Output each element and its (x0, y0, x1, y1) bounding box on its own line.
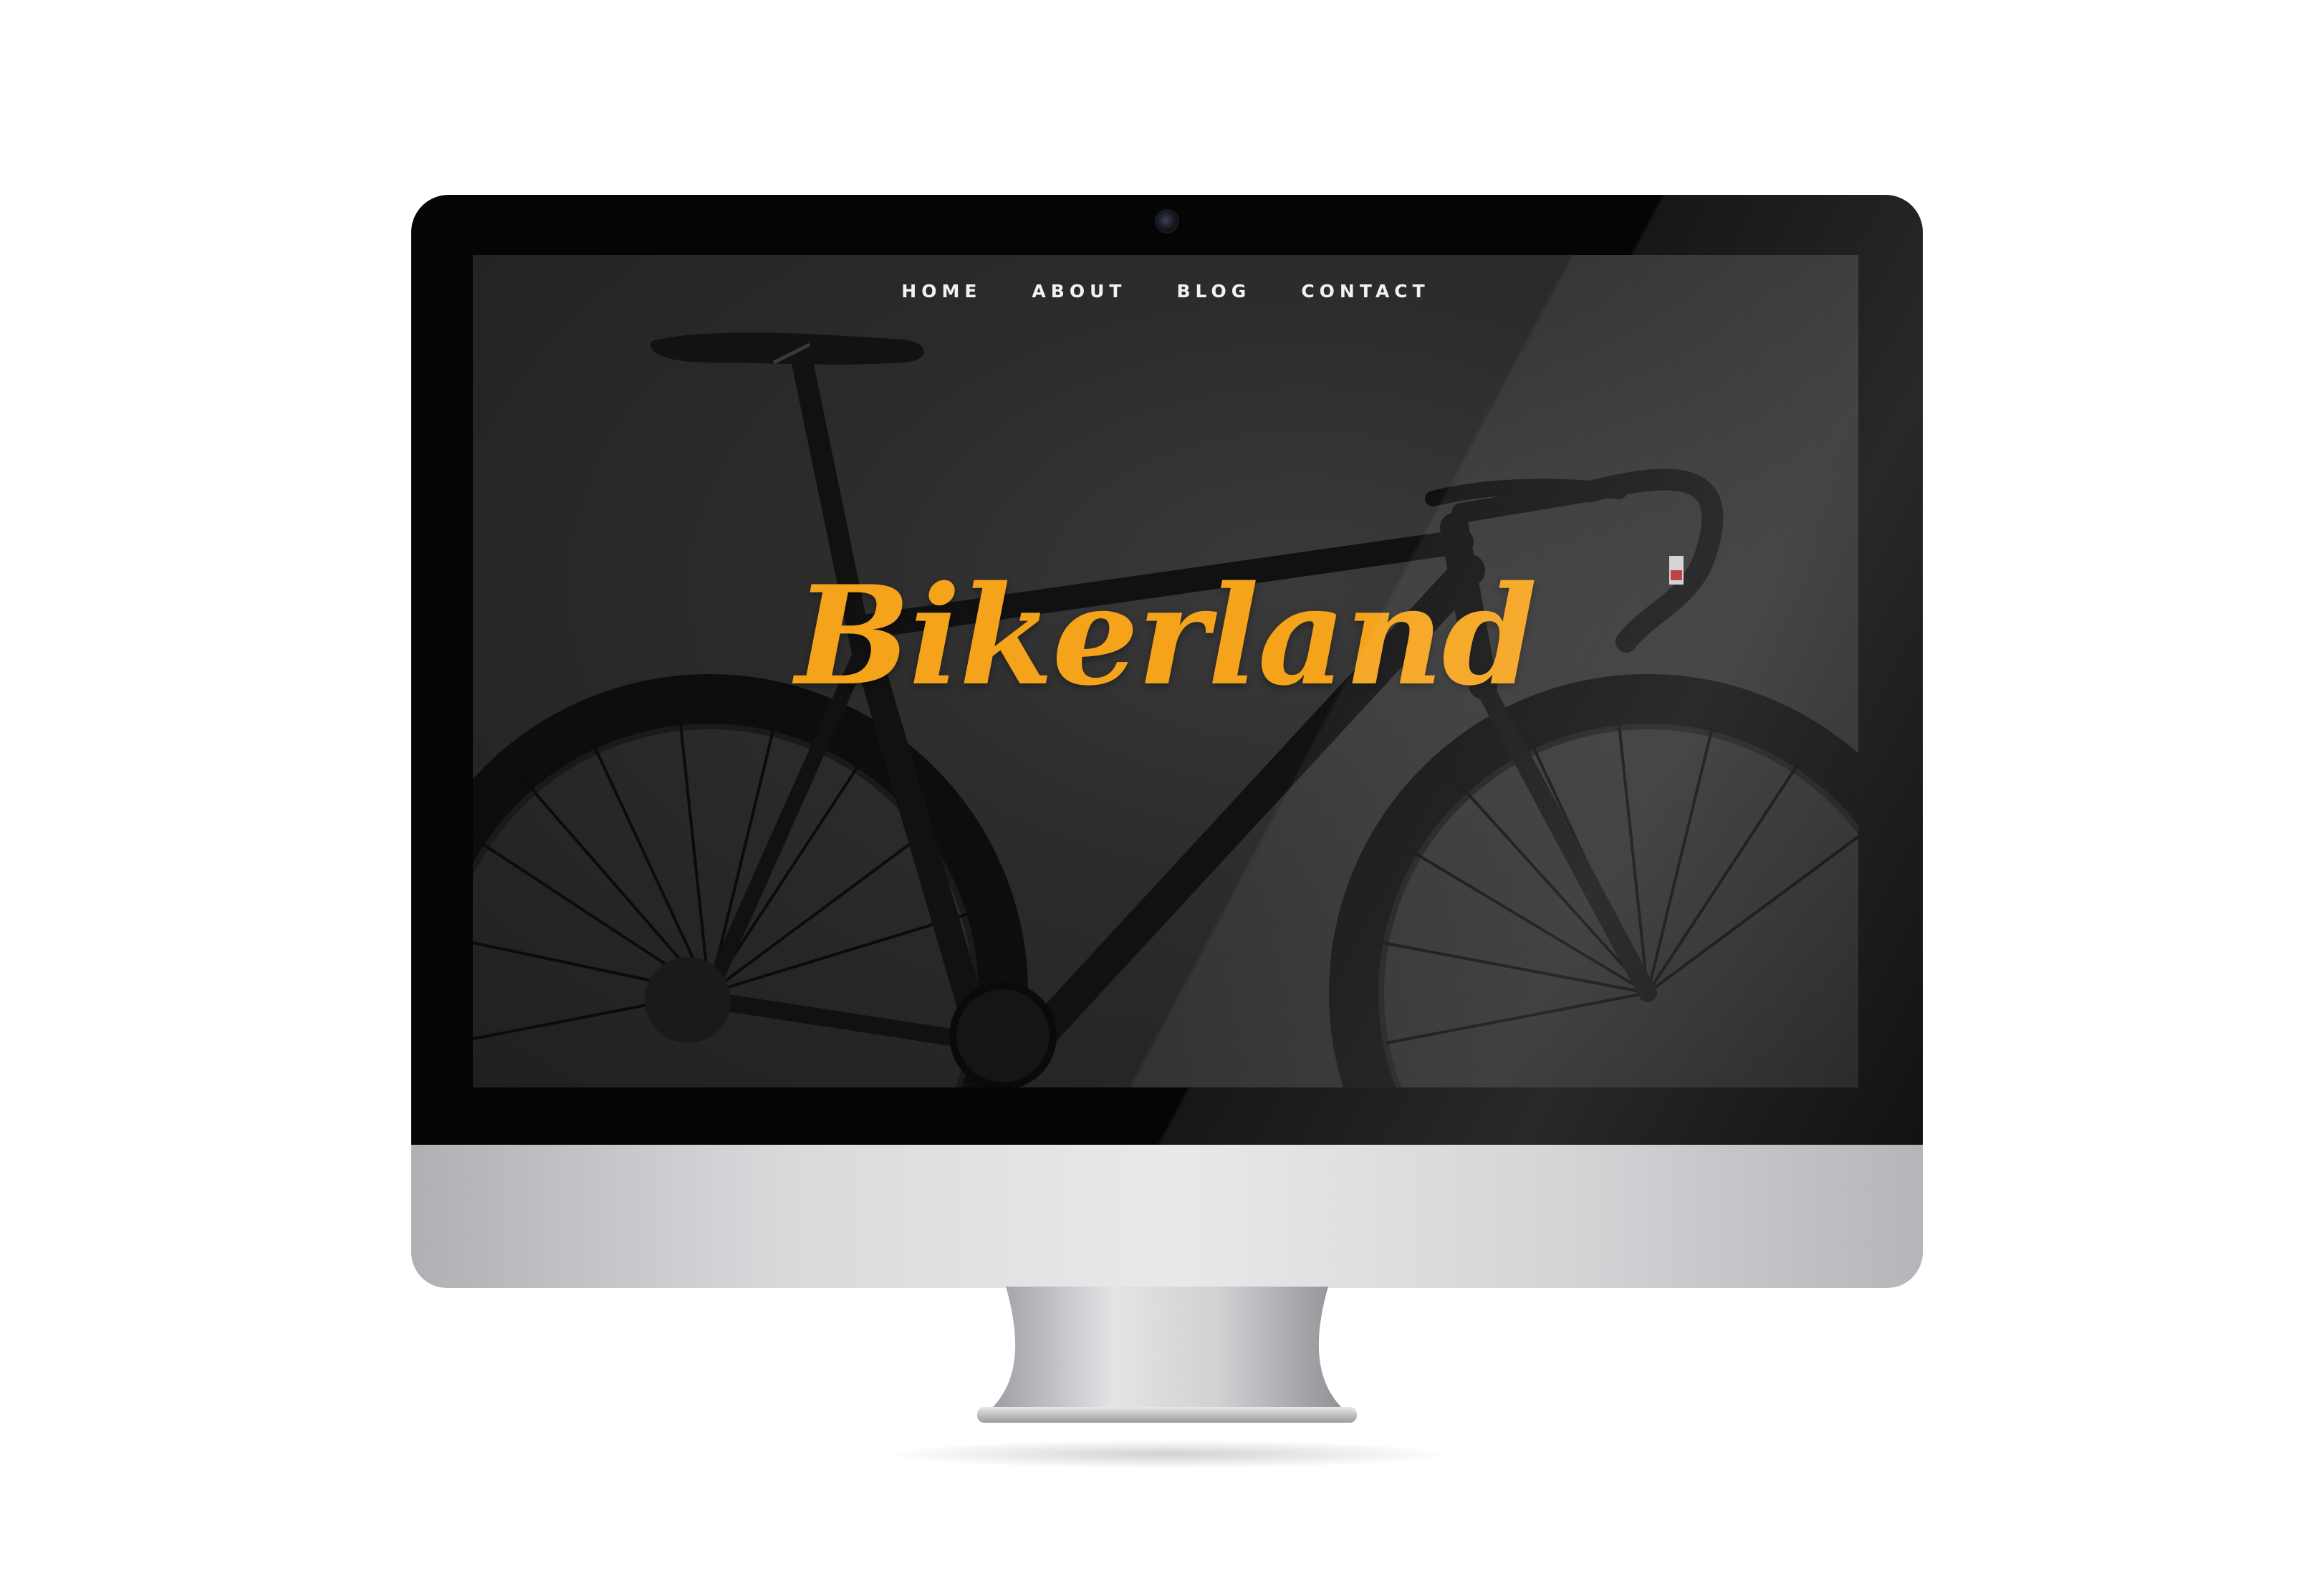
nav-contact-link[interactable]: CONTACT (1301, 281, 1429, 302)
saddle (650, 332, 924, 365)
nav-about-link[interactable]: ABOUT (1032, 281, 1126, 302)
chainring (949, 982, 1057, 1087)
nav-blog-link[interactable]: BLOG (1176, 281, 1251, 302)
monitor-stand (977, 1287, 1357, 1423)
website-screen: HOME ABOUT BLOG CONTACT Bikerland (473, 255, 1858, 1087)
stand-shadow (881, 1440, 1454, 1469)
top-navigation: HOME ABOUT BLOG CONTACT (473, 281, 1858, 302)
webcam-icon (1155, 209, 1179, 234)
front-wheel (1329, 674, 1858, 1087)
monitor-mockup: HOME ABOUT BLOG CONTACT Bikerland (0, 0, 2324, 1576)
monitor-chin (411, 1145, 1923, 1288)
brand-title: Bikerland (795, 556, 1537, 716)
nav-home-link[interactable]: HOME (901, 281, 981, 302)
